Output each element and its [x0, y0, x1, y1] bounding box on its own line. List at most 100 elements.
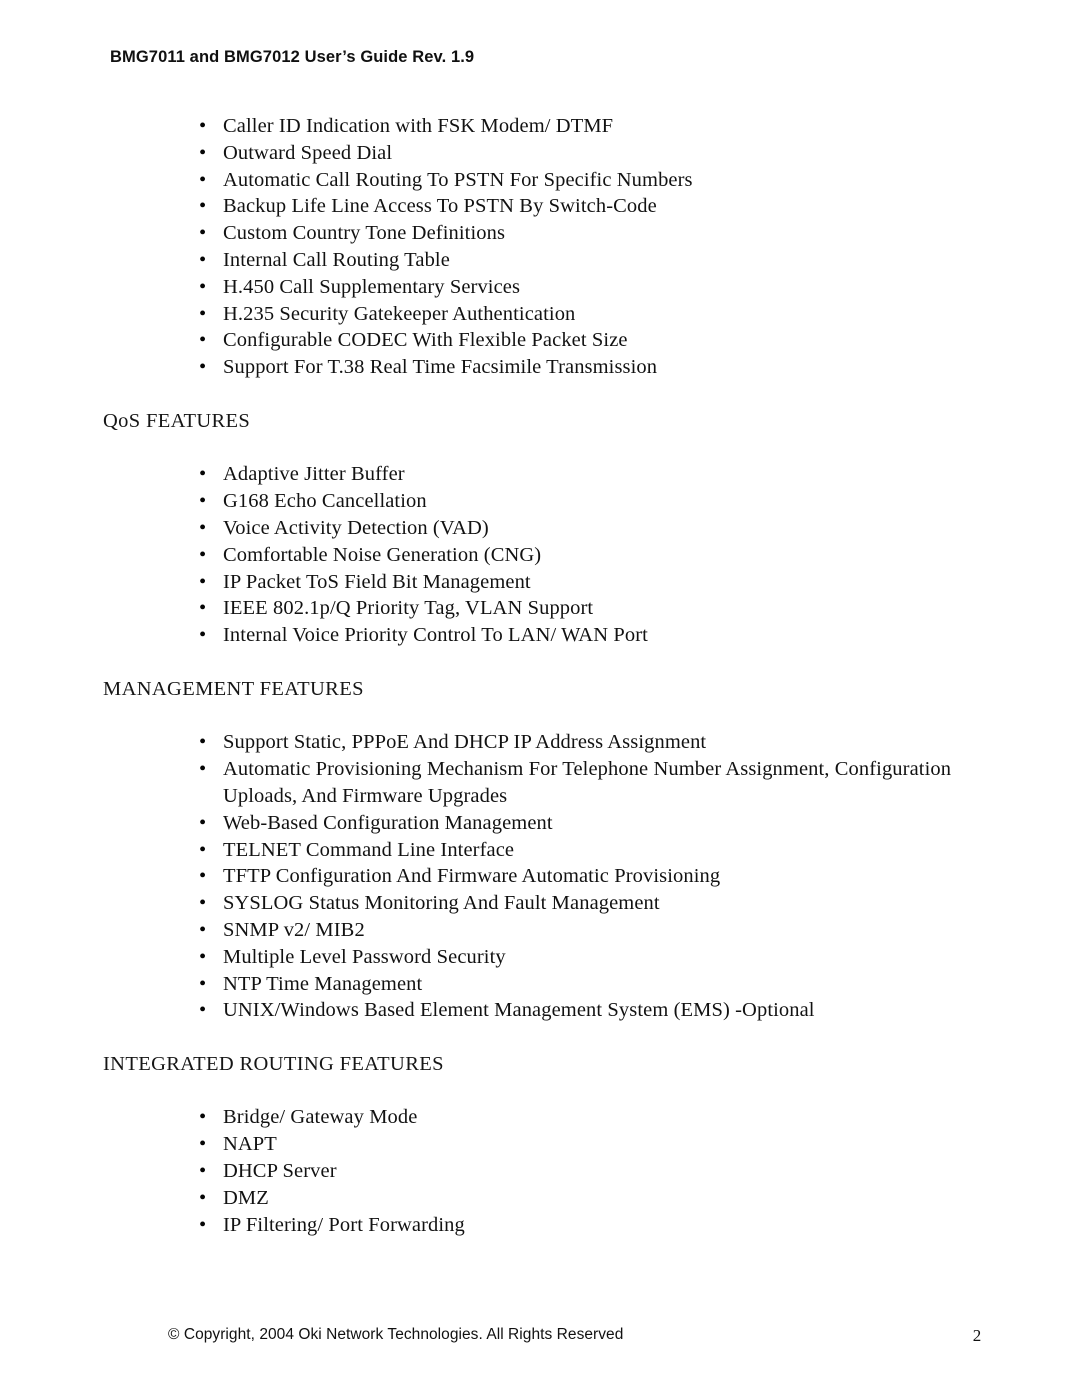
section-heading: MANAGEMENT FEATURES [103, 677, 364, 700]
bullet-icon: • [199, 490, 207, 513]
section-heading: QoS FEATURES [103, 409, 251, 432]
list-item: • Caller ID Indication with FSK Modem/ DT… [103, 113, 983, 140]
bullet-icon: • [199, 570, 207, 593]
bullet-icon: • [199, 865, 207, 888]
list-item: • NAPT [103, 1131, 983, 1158]
running-header: BMG7011 and BMG7012 User’s Guide Rev. 1.… [110, 48, 475, 66]
bullet-icon: • [199, 972, 207, 995]
document-body: • Caller ID Indication with FSK Modem/ DT… [103, 113, 983, 1238]
list-item: • Web-Based Configuration Management [103, 810, 983, 837]
footer-copyright: © Copyright, 2004 Oki Network Technologi… [168, 1326, 624, 1343]
list-item: • DHCP Server [103, 1158, 983, 1185]
list-item-label: IEEE 802.1p/Q Priority Tag, VLAN Support [223, 597, 594, 620]
list-item-label: Support For T.38 Real Time Facsimile Tra… [223, 356, 658, 379]
list-item-label: Automatic Provisioning Mechanism For Tel… [223, 758, 952, 807]
bullet-icon: • [199, 1213, 207, 1236]
feature-list: • Caller ID Indication with FSK Modem/ DT… [103, 113, 983, 381]
bullet-icon: • [199, 195, 207, 218]
list-item: • Support Static, PPPoE And DHCP IP Addre… [103, 729, 983, 756]
list-item: • UNIX/Windows Based Element Management S… [103, 997, 983, 1024]
bullet-icon: • [199, 945, 207, 968]
list-item-label: TFTP Configuration And Firmware Automati… [223, 865, 721, 888]
list-item-label: Internal Voice Priority Control To LAN/ … [223, 624, 648, 647]
list-item: • G168 Echo Cancellation [103, 488, 983, 515]
section-heading: INTEGRATED ROUTING FEATURES [103, 1052, 444, 1075]
list-item-label: DMZ [223, 1186, 269, 1209]
bullet-icon: • [199, 222, 207, 245]
document-page: BMG7011 and BMG7012 User’s Guide Rev. 1.… [0, 0, 1080, 1397]
feature-list: • Support Static, PPPoE And DHCP IP Addre… [103, 729, 983, 1024]
list-item: • Support For T.38 Real Time Facsimile Tr… [103, 354, 983, 381]
list-item-label: UNIX/Windows Based Element Management Sy… [223, 999, 815, 1022]
bullet-icon: • [199, 168, 207, 191]
bullet-icon: • [199, 999, 207, 1022]
list-item-label: Multiple Level Password Security [223, 945, 506, 968]
list-item: • IEEE 802.1p/Q Priority Tag, VLAN Suppor… [103, 595, 983, 622]
list-item: • IP Filtering/ Port Forwarding [103, 1212, 983, 1239]
bullet-icon: • [199, 516, 207, 539]
list-item: • Internal Voice Priority Control To LAN/… [103, 622, 983, 649]
feature-list: • Adaptive Jitter Buffer • G168 Echo Cancel… [103, 461, 983, 649]
list-item: • TFTP Configuration And Firmware Automat… [103, 863, 983, 890]
bullet-icon: • [199, 543, 207, 566]
list-item: • H.235 Security Gatekeeper Authenticatio… [103, 301, 983, 328]
list-item-label: Outward Speed Dial [223, 141, 393, 164]
list-item-label: SNMP v2/ MIB2 [223, 918, 365, 941]
bullet-icon: • [199, 463, 207, 486]
bullet-icon: • [199, 329, 207, 352]
list-item-label: Support Static, PPPoE And DHCP IP Addres… [223, 731, 707, 754]
list-item-label: Configurable CODEC With Flexible Packet … [223, 329, 628, 352]
list-item-label: DHCP Server [223, 1160, 337, 1183]
list-item-label: Automatic Call Routing To PSTN For Speci… [223, 168, 693, 191]
bullet-icon: • [199, 356, 207, 379]
bullet-icon: • [199, 1133, 207, 1156]
list-item-label: Caller ID Indication with FSK Modem/ DTM… [223, 115, 614, 137]
list-item: • Bridge/ Gateway Mode [103, 1104, 983, 1131]
list-item-label: Custom Country Tone Definitions [223, 222, 506, 245]
list-item-label: IP Filtering/ Port Forwarding [223, 1213, 465, 1236]
list-item-label: H.450 Call Supplementary Services [223, 275, 521, 298]
list-item-label: Comfortable Noise Generation (CNG) [223, 543, 542, 566]
bullet-icon: • [199, 302, 207, 325]
sections-container: • Caller ID Indication with FSK Modem/ DT… [103, 113, 983, 1238]
bullet-icon: • [199, 918, 207, 941]
bullet-icon: • [199, 1160, 207, 1183]
list-item: • IP Packet ToS Field Bit Management [103, 569, 983, 596]
bullet-icon: • [199, 758, 207, 781]
list-item-label: IP Packet ToS Field Bit Management [223, 570, 531, 593]
bullet-icon: • [199, 811, 207, 834]
list-item-label: Bridge/ Gateway Mode [223, 1106, 418, 1129]
list-item: • TELNET Command Line Interface [103, 837, 983, 864]
list-item-label: Backup Life Line Access To PSTN By Switc… [223, 195, 657, 218]
bullet-icon: • [199, 838, 207, 861]
list-item: • Custom Country Tone Definitions [103, 220, 983, 247]
list-item-label: Web-Based Configuration Management [223, 811, 553, 834]
list-item-label: NAPT [223, 1133, 277, 1156]
list-item: • Outward Speed Dial [103, 140, 983, 167]
list-item: • Backup Life Line Access To PSTN By Swit… [103, 193, 983, 220]
list-item-label: H.235 Security Gatekeeper Authentication [223, 302, 576, 325]
list-item: • SYSLOG Status Monitoring And Fault Mana… [103, 890, 983, 917]
list-item: • Automatic Provisioning Mechanism For Te… [103, 756, 983, 810]
feature-list: • Bridge/ Gateway Mode • NAPT • DHCP Server • D… [103, 1104, 983, 1238]
list-item: • Comfortable Noise Generation (CNG) [103, 542, 983, 569]
bullet-icon: • [199, 1186, 207, 1209]
list-item: • Configurable CODEC With Flexible Packet… [103, 327, 983, 354]
list-item: • Internal Call Routing Table [103, 247, 983, 274]
list-item-label: SYSLOG Status Monitoring And Fault Manag… [223, 892, 660, 915]
bullet-icon: • [199, 248, 207, 271]
list-item: • SNMP v2/ MIB2 [103, 917, 983, 944]
page-footer: © Copyright, 2004 Oki Network Technologi… [0, 1326, 1080, 1356]
list-item: • Automatic Call Routing To PSTN For Spec… [103, 167, 983, 194]
bullet-icon: • [199, 731, 207, 754]
list-item-label: TELNET Command Line Interface [223, 838, 515, 861]
bullet-icon: • [199, 1106, 207, 1129]
list-item-label: G168 Echo Cancellation [223, 490, 427, 513]
list-item-label: Adaptive Jitter Buffer [223, 463, 405, 486]
footer-page-number: 2 [972, 1326, 982, 1345]
